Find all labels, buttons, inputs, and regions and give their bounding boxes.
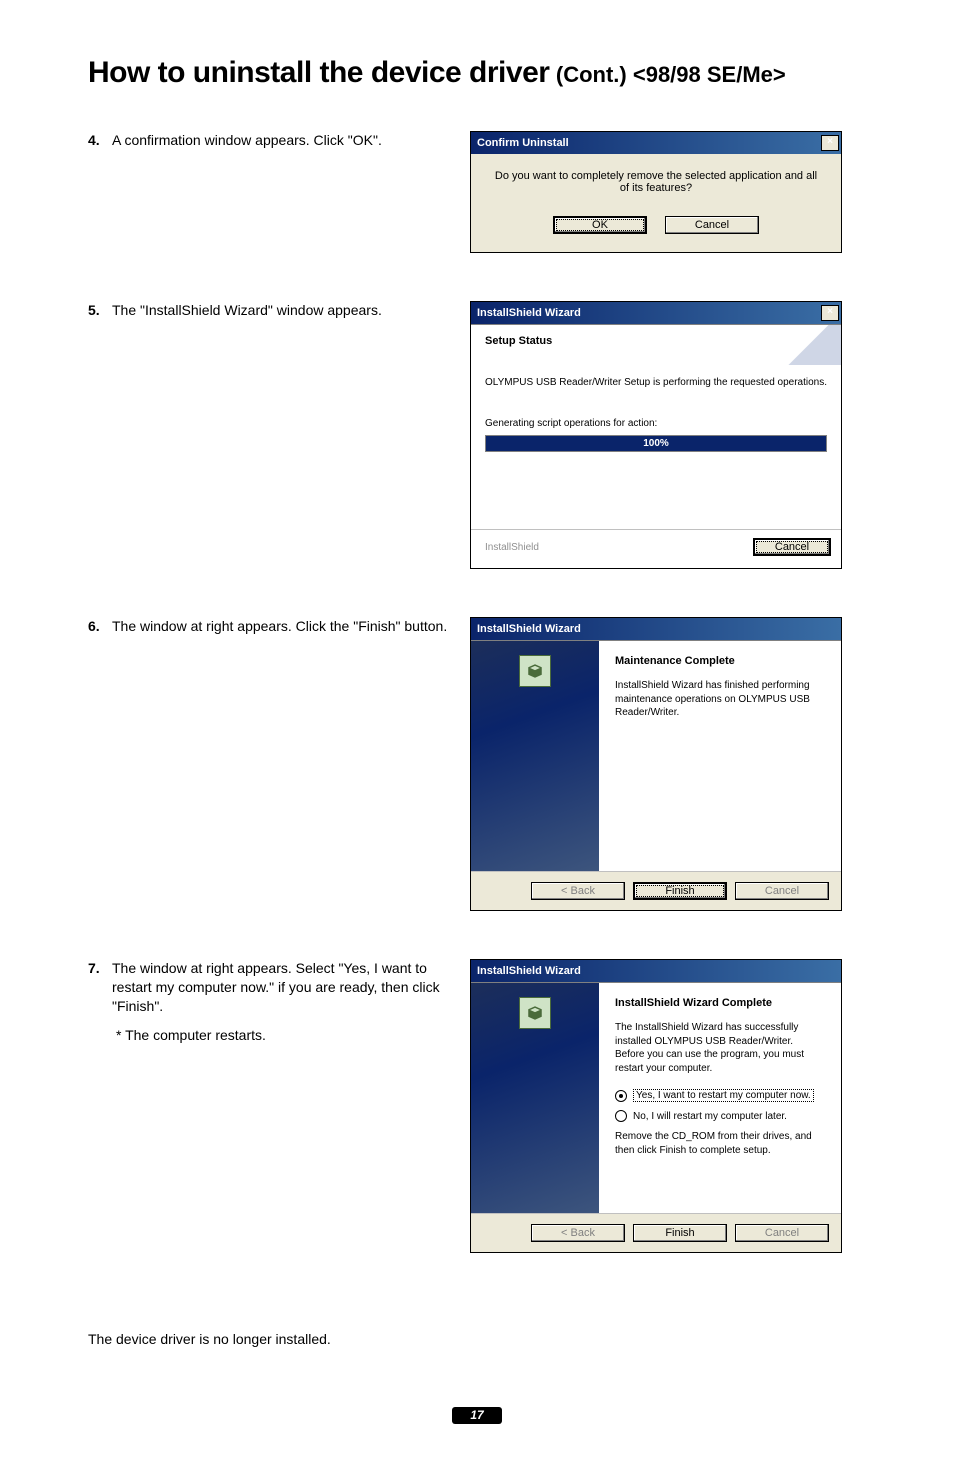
- step-5: 5. The "InstallShield Wizard" window app…: [88, 301, 866, 569]
- cancel-button: Cancel: [735, 1224, 829, 1242]
- setup-status-line2: Generating script operations for action:: [485, 418, 827, 429]
- back-button: < Back: [531, 1224, 625, 1242]
- box-icon: [519, 655, 551, 687]
- wizard-body: InstallShield Wizard has finished perfor…: [615, 679, 825, 720]
- step-5-text: The "InstallShield Wizard" window appear…: [112, 302, 382, 318]
- dialog-message: Do you want to completely remove the sel…: [491, 170, 821, 194]
- close-icon[interactable]: ×: [821, 135, 839, 151]
- step-4-text: A confirmation window appears. Click "OK…: [112, 132, 382, 148]
- radio-icon: [615, 1090, 627, 1102]
- restart-no-label: No, I will restart my computer later.: [633, 1111, 787, 1122]
- wizard-tail: Remove the CD_ROM from their drives, and…: [615, 1130, 825, 1157]
- finish-button[interactable]: Finish: [633, 882, 727, 900]
- heading-main: How to uninstall the device driver: [88, 56, 549, 89]
- step-6: 6. The window at right appears. Click th…: [88, 617, 866, 911]
- step-4-number: 4.: [88, 131, 106, 150]
- restart-yes-option[interactable]: Yes, I want to restart my computer now.: [615, 1089, 825, 1102]
- heading-tail: (Cont.) <98/98 SE/Me>: [556, 62, 786, 87]
- closing-text: The device driver is no longer installed…: [88, 1331, 866, 1347]
- wizard-graphic: [471, 641, 599, 871]
- setup-status-dialog: InstallShield Wizard × Setup Status OLYM…: [470, 301, 842, 569]
- radio-icon: [615, 1110, 627, 1122]
- progress-bar: 100%: [485, 435, 827, 452]
- titlebar: InstallShield Wizard ×: [471, 302, 841, 324]
- step-6-text: The window at right appears. Click the "…: [112, 618, 447, 634]
- step-7-number: 7.: [88, 959, 106, 1045]
- setup-status-line1: OLYMPUS USB Reader/Writer Setup is perfo…: [485, 377, 827, 388]
- cancel-button: Cancel: [735, 882, 829, 900]
- cancel-button[interactable]: Cancel: [665, 216, 759, 234]
- dialog-title: InstallShield Wizard: [477, 307, 581, 319]
- page-number: 17: [452, 1407, 501, 1424]
- wizard-graphic: [471, 983, 599, 1213]
- setup-status-heading: Setup Status: [485, 335, 827, 347]
- step-7-text: The window at right appears. Select "Yes…: [112, 960, 440, 1014]
- dialog-title: InstallShield Wizard: [477, 623, 581, 635]
- step-4: 4. A confirmation window appears. Click …: [88, 131, 866, 253]
- titlebar: Confirm Uninstall ×: [471, 132, 841, 154]
- box-icon: [519, 997, 551, 1029]
- page-heading: How to uninstall the device driver (Cont…: [88, 56, 866, 95]
- wizard-heading: Maintenance Complete: [615, 655, 825, 667]
- close-icon[interactable]: ×: [821, 305, 839, 321]
- installshield-brand: InstallShield: [485, 542, 539, 553]
- titlebar: InstallShield Wizard: [471, 618, 841, 640]
- step-7: 7. The window at right appears. Select "…: [88, 959, 866, 1253]
- dialog-title: Confirm Uninstall: [477, 137, 569, 149]
- wizard-heading: InstallShield Wizard Complete: [615, 997, 825, 1009]
- maintenance-complete-dialog: InstallShield Wizard Maintenance Complet…: [470, 617, 842, 911]
- finish-button[interactable]: Finish: [633, 1224, 727, 1242]
- wizard-complete-dialog: InstallShield Wizard InstallShield Wizar…: [470, 959, 842, 1253]
- restart-no-option[interactable]: No, I will restart my computer later.: [615, 1110, 825, 1122]
- restart-yes-label: Yes, I want to restart my computer now.: [633, 1089, 814, 1102]
- step-7-note: * The computer restarts.: [112, 1026, 448, 1045]
- cancel-button[interactable]: Cancel: [753, 538, 831, 556]
- step-5-number: 5.: [88, 301, 106, 320]
- wizard-body: The InstallShield Wizard has successfull…: [615, 1021, 825, 1075]
- back-button: < Back: [531, 882, 625, 900]
- confirm-uninstall-dialog: Confirm Uninstall × Do you want to compl…: [470, 131, 842, 253]
- step-6-number: 6.: [88, 617, 106, 636]
- ok-button[interactable]: OK: [553, 216, 647, 234]
- titlebar: InstallShield Wizard: [471, 960, 841, 982]
- decorative-corner: [777, 325, 841, 365]
- dialog-title: InstallShield Wizard: [477, 965, 581, 977]
